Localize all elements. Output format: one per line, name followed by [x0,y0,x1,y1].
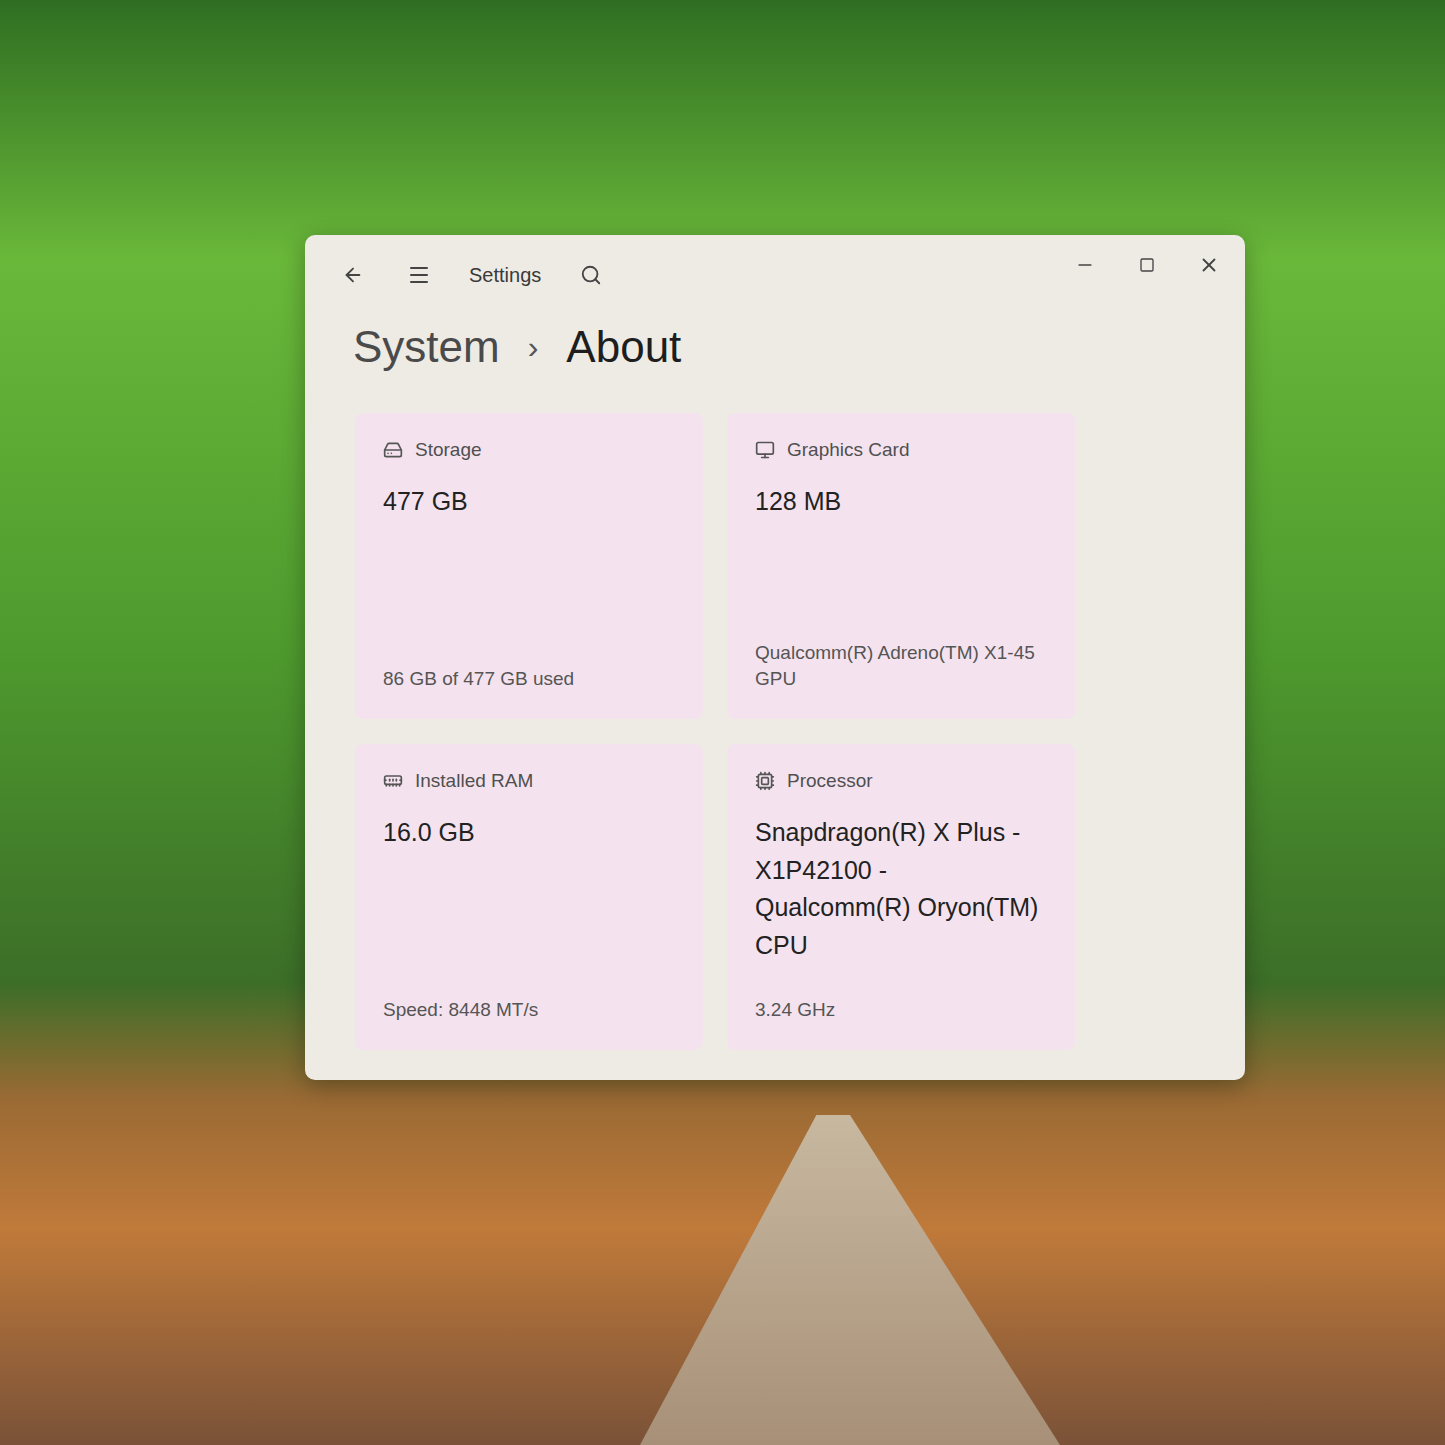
card-detail: Qualcomm(R) Adreno(TM) X1-45 GPU [755,640,1047,693]
card-label: Processor [787,770,873,792]
wallpaper-path [640,1115,1060,1445]
window-controls [1069,235,1225,281]
card-detail: 86 GB of 477 GB used [383,666,675,693]
minimize-icon [1075,255,1095,275]
card-detail: 3.24 GHz [755,997,1047,1024]
breadcrumb-current: About [566,322,681,372]
spec-icon [755,440,775,460]
spec-icon [755,771,775,791]
card-header: Processor [755,770,1047,792]
spec-icon [383,771,403,791]
spec-card: Processor Snapdragon(R) X Plus - X1P42100… [727,744,1075,1050]
card-label: Graphics Card [787,439,910,461]
settings-window: Settings System › About Storage 477 GB 86 GB o… [305,235,1245,1080]
spec-card: Graphics Card 128 MB Qualcomm(R) Adreno(TM… [727,413,1075,719]
close-button[interactable] [1193,249,1225,281]
spec-card: Storage 477 GB 86 GB of 477 GB used [355,413,703,719]
breadcrumb: System › About [305,315,1245,379]
breadcrumb-separator: › [528,329,539,366]
card-value: 16.0 GB [383,814,675,852]
back-arrow-icon [342,264,364,286]
maximize-icon [1139,257,1155,273]
card-header: Graphics Card [755,439,1047,461]
card-header: Storage [383,439,675,461]
card-header: Installed RAM [383,770,675,792]
hamburger-icon [407,263,431,287]
card-detail: Speed: 8448 MT/s [383,997,675,1024]
breadcrumb-parent[interactable]: System [353,322,500,372]
back-button[interactable] [337,259,369,291]
menu-button[interactable] [403,259,435,291]
close-icon [1198,254,1220,276]
card-value: 477 GB [383,483,675,521]
minimize-button[interactable] [1069,249,1101,281]
card-label: Storage [415,439,482,461]
search-button[interactable] [575,259,607,291]
desktop: Settings System › About Storage 477 GB 86 GB o… [0,0,1445,1445]
card-label: Installed RAM [415,770,533,792]
card-value: 128 MB [755,483,1047,521]
title-bar: Settings [305,235,1245,315]
spec-icon [383,440,403,460]
spec-card: Installed RAM 16.0 GB Speed: 8448 MT/s [355,744,703,1050]
search-icon [580,264,602,286]
card-value: Snapdragon(R) X Plus - X1P42100 - Qualco… [755,814,1047,964]
maximize-button[interactable] [1131,249,1163,281]
spec-grid: Storage 477 GB 86 GB of 477 GB used Graphic… [305,379,1245,1050]
window-title: Settings [469,264,541,287]
